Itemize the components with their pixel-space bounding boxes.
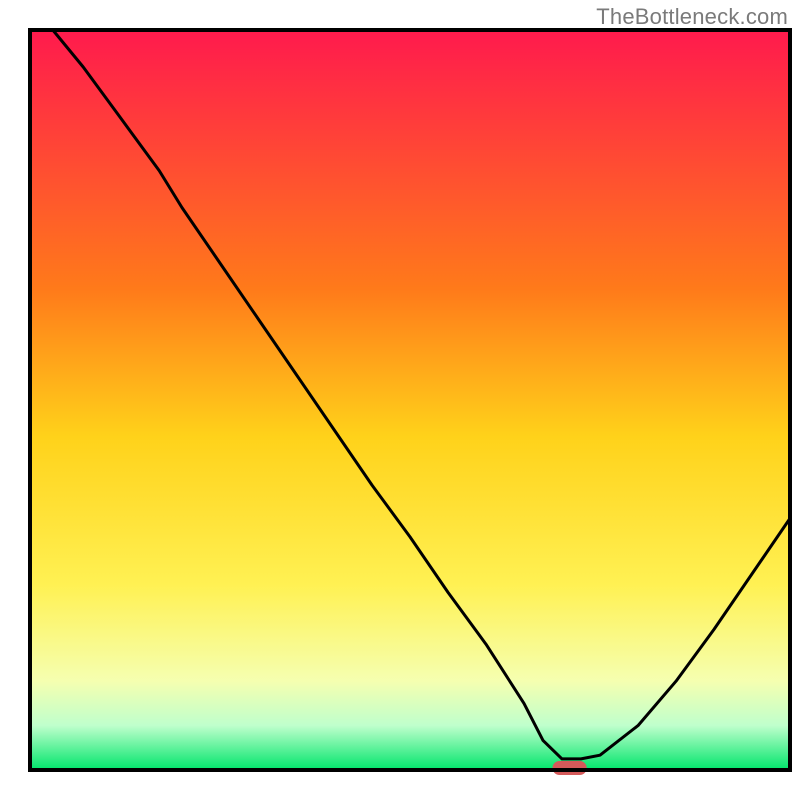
chart-container: TheBottleneck.com [0,0,800,800]
bottleneck-chart [0,0,800,800]
watermark-label: TheBottleneck.com [596,4,788,30]
plot-background [30,30,790,770]
